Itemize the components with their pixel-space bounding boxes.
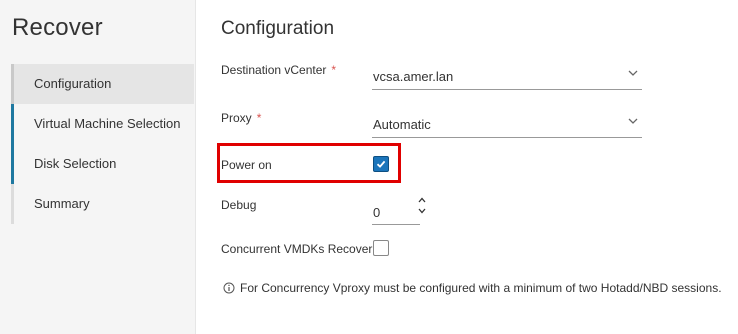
- destination-vcenter-select[interactable]: vcsa.amer.lan: [372, 64, 642, 90]
- nav-item-configuration[interactable]: Configuration: [11, 64, 194, 104]
- required-marker: *: [331, 63, 337, 77]
- proxy-select[interactable]: Automatic: [372, 112, 642, 138]
- sidebar: Recover Configuration Virtual Machine Se…: [0, 0, 196, 334]
- destination-vcenter-label-text: Destination vCenter: [221, 63, 327, 77]
- power-on-checkbox[interactable]: [373, 156, 389, 172]
- nav-item-summary[interactable]: Summary: [11, 184, 194, 224]
- wizard-nav: Configuration Virtual Machine Selection …: [11, 64, 194, 224]
- checkmark-icon: [376, 160, 386, 168]
- configuration-panel: Configuration Destination vCenter * vcsa.…: [217, 0, 738, 334]
- destination-vcenter-label: Destination vCenter *: [221, 63, 336, 77]
- section-title: Configuration: [221, 18, 335, 39]
- info-text: For Concurrency Vproxy must be configure…: [240, 281, 722, 295]
- debug-value: 0: [373, 205, 381, 220]
- destination-vcenter-value: vcsa.amer.lan: [373, 69, 454, 84]
- info-message: For Concurrency Vproxy must be configure…: [223, 281, 722, 295]
- sidebar-title: Recover: [12, 14, 103, 41]
- proxy-value: Automatic: [373, 117, 431, 132]
- chevron-down-icon: [628, 70, 638, 76]
- info-icon: [223, 282, 235, 294]
- nav-item-virtual-machine-selection[interactable]: Virtual Machine Selection: [11, 104, 194, 144]
- required-marker: *: [256, 111, 262, 125]
- debug-label: Debug: [221, 198, 257, 212]
- concurrent-vmdks-label: Concurrent VMDKs Recover: [221, 242, 373, 256]
- concurrent-vmdks-checkbox[interactable]: [373, 240, 389, 256]
- chevron-down-icon: [628, 118, 638, 124]
- power-on-label: Power on: [221, 158, 272, 172]
- proxy-label-text: Proxy: [221, 111, 252, 125]
- nav-item-disk-selection[interactable]: Disk Selection: [11, 144, 194, 184]
- debug-number-input[interactable]: 0: [372, 197, 426, 225]
- proxy-label: Proxy *: [221, 111, 261, 125]
- spinner-arrows-icon[interactable]: [417, 195, 427, 217]
